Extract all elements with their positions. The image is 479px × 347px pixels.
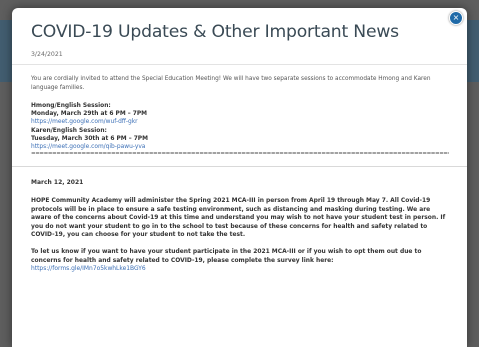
karen-session-heading: Karen/English Session: <box>31 127 107 134</box>
hmong-session-heading: Hmong/English Session: <box>31 103 111 109</box>
karen-session-time: Tuesday, March 30th at 6 PM – 7PM <box>31 135 148 142</box>
mca-notice-text: HOPE Community Academy will administer t… <box>31 197 446 239</box>
march-date: March 12, 2021 <box>31 179 84 187</box>
karen-meet-link[interactable]: https://meet.google.com/qib-pawu-yva <box>31 143 449 151</box>
modal-title: COVID-19 Updates & Other Important News <box>31 22 399 42</box>
survey-text: To let us know if you want to have your … <box>31 248 422 264</box>
title-divider <box>12 64 467 65</box>
sessions: Hmong/English Session: Monday, March 29t… <box>31 102 449 158</box>
survey-paragraph: To let us know if you want to have your … <box>31 248 449 273</box>
survey-link[interactable]: https://forms.gle/IMn7o5kwhLke1BGY6 <box>31 265 146 272</box>
post-date: 3/24/2021 <box>31 51 63 58</box>
invitation-text: You are cordially invited to attend the … <box>31 76 431 91</box>
hmong-meet-link[interactable]: https://meet.google.com/wuf-dff-gkr <box>31 118 449 126</box>
section-divider <box>12 166 467 168</box>
modal-body: COVID-19 Updates & Other Important News … <box>12 8 467 274</box>
equals-divider: ========================================… <box>31 151 449 158</box>
close-icon[interactable]: × <box>449 11 463 25</box>
news-modal: COVID-19 Updates & Other Important News … <box>12 8 467 347</box>
hmong-session-time: Monday, March 29th at 6 PM – 7PM <box>31 111 148 118</box>
